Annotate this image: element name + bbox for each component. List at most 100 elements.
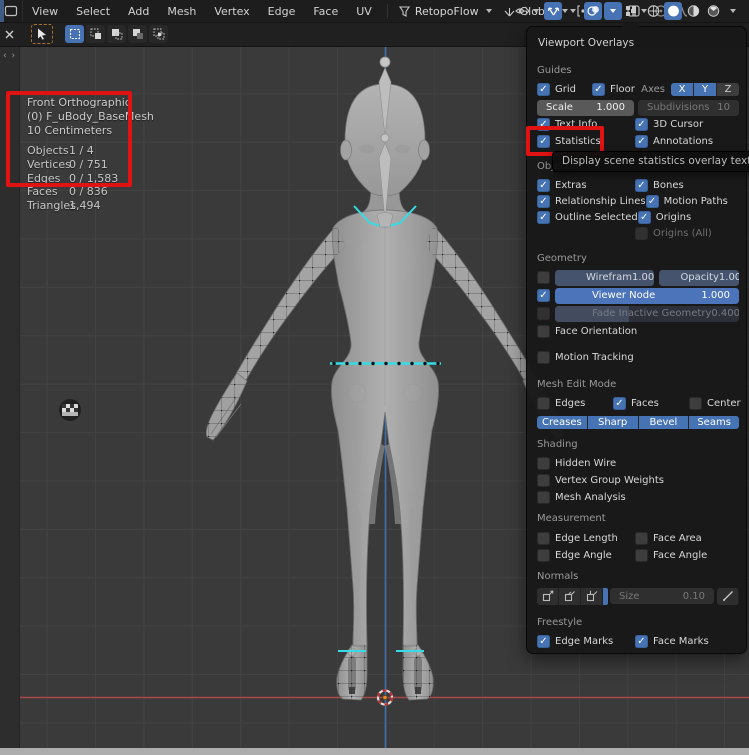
checkbox-relationship-lines[interactable] bbox=[537, 195, 550, 208]
header-right-toggles bbox=[513, 0, 743, 22]
visibility-dropdown[interactable] bbox=[514, 2, 542, 20]
label-face-angle: Face Angle bbox=[653, 550, 707, 561]
checkbox-hidden-wire[interactable] bbox=[537, 457, 550, 470]
panel-title: Viewport Overlays bbox=[538, 37, 634, 49]
overlays-toggle[interactable] bbox=[584, 2, 602, 20]
face-normals-button[interactable] bbox=[581, 588, 603, 605]
axes-toggle-group: X Y Z bbox=[671, 83, 739, 96]
checkbox-annotations[interactable] bbox=[635, 135, 648, 148]
checkbox-face-orientation[interactable] bbox=[537, 325, 550, 338]
fade-inactive-slider[interactable]: Fade Inactive Geometry 0.400 bbox=[555, 306, 739, 322]
section-mesh-edit-mode: Mesh Edit Mode bbox=[537, 379, 616, 390]
menu-select[interactable]: Select bbox=[67, 5, 119, 18]
label-origins-all: Origins (All) bbox=[653, 228, 712, 239]
retopoflow-dropdown[interactable]: RetopoFlow bbox=[394, 5, 499, 18]
checkbox-motion-paths[interactable] bbox=[646, 195, 659, 208]
checkbox-edge-angle[interactable] bbox=[537, 549, 550, 562]
collapsed-toolbar-strip[interactable]: ‹ › bbox=[0, 46, 20, 748]
axis-y-toggle[interactable]: Y bbox=[694, 83, 717, 96]
checkbox-fade-inactive[interactable] bbox=[537, 307, 550, 320]
checkbox-extras[interactable] bbox=[537, 179, 550, 192]
select-subtract-button[interactable] bbox=[107, 25, 126, 43]
select-set-button[interactable] bbox=[65, 25, 84, 43]
gizmos-toggle[interactable] bbox=[624, 2, 642, 20]
axis-z-toggle[interactable]: Z bbox=[717, 83, 739, 96]
sharp-toggle[interactable]: Sharp bbox=[588, 416, 639, 429]
checkbox-origins[interactable] bbox=[638, 211, 651, 224]
section-shading: Shading bbox=[537, 439, 578, 450]
checkbox-viewer-node[interactable] bbox=[537, 289, 550, 302]
mirror-arrows-dropdown[interactable] bbox=[564, 2, 582, 20]
select-extend-button[interactable] bbox=[86, 25, 105, 43]
close-button[interactable] bbox=[2, 27, 17, 42]
creases-toggle[interactable]: Creases bbox=[537, 416, 588, 429]
checkbox-origins-all[interactable] bbox=[635, 227, 648, 240]
checkbox-vertex-group-weights[interactable] bbox=[537, 474, 550, 487]
checkbox-statistics[interactable] bbox=[537, 135, 550, 148]
checkbox-3d-cursor[interactable] bbox=[635, 118, 648, 131]
menu-edge[interactable]: Edge bbox=[259, 5, 305, 18]
menu-face[interactable]: Face bbox=[304, 5, 347, 18]
divider bbox=[387, 4, 388, 18]
section-normals: Normals bbox=[537, 571, 578, 582]
shading-material-button[interactable] bbox=[684, 2, 702, 20]
shading-dropdown[interactable] bbox=[724, 2, 742, 20]
split-normals-button[interactable] bbox=[559, 588, 581, 605]
checkbox-text-info[interactable] bbox=[537, 118, 550, 131]
overlays-icon bbox=[586, 4, 601, 18]
normals-active-sliver[interactable] bbox=[603, 588, 608, 605]
checkbox-face-angle[interactable] bbox=[635, 549, 648, 562]
shading-solid-button[interactable] bbox=[664, 2, 682, 20]
mirror-arrows-toggle[interactable] bbox=[544, 2, 562, 20]
axis-x-toggle[interactable]: X bbox=[671, 83, 694, 96]
select-intersect-button[interactable] bbox=[149, 25, 168, 43]
checkbox-faces[interactable] bbox=[613, 397, 626, 410]
editor-type-icon[interactable] bbox=[0, 0, 23, 22]
checkbox-face-marks[interactable] bbox=[635, 635, 648, 648]
shading-rendered-button[interactable] bbox=[704, 2, 722, 20]
select-invert-button[interactable] bbox=[128, 25, 147, 43]
menu-mesh[interactable]: Mesh bbox=[158, 5, 205, 18]
viewport-overlays-panel: Viewport Overlays Guides Grid Floor Axes… bbox=[526, 26, 747, 654]
viewer-node-slider[interactable]: Viewer Node 1.000 bbox=[555, 288, 739, 304]
menu-uv[interactable]: UV bbox=[347, 5, 381, 18]
toolbar-expand-chevron-icon[interactable]: ‹ › bbox=[3, 51, 16, 61]
normals-constant-size-button[interactable] bbox=[717, 588, 739, 605]
checkbox-center[interactable] bbox=[689, 397, 702, 410]
checkbox-grid[interactable] bbox=[537, 83, 550, 96]
checkbox-bones[interactable] bbox=[635, 179, 648, 192]
grid-scale-slider[interactable]: Scale 1.000 bbox=[537, 100, 634, 116]
checkbox-face-area[interactable] bbox=[635, 532, 648, 545]
checkbox-outline-selected[interactable] bbox=[537, 211, 550, 224]
tooltip: Display scene statistics overlay text. bbox=[552, 151, 749, 172]
shading-wireframe-button[interactable] bbox=[644, 2, 662, 20]
normals-size-slider[interactable]: Size 0.10 bbox=[610, 588, 714, 604]
checkbox-mesh-analysis[interactable] bbox=[537, 491, 550, 504]
tweak-tool-button[interactable] bbox=[31, 24, 53, 44]
select-invert-icon bbox=[132, 28, 144, 40]
menu-vertex[interactable]: Vertex bbox=[205, 5, 258, 18]
seams-toggle[interactable]: Seams bbox=[689, 416, 739, 429]
shading-solid-icon bbox=[666, 4, 681, 18]
checkbox-motion-tracking[interactable] bbox=[537, 351, 550, 364]
viewport-info-text: Front Orthographic (0) F_uBody_BaseMesh … bbox=[27, 96, 154, 138]
opacity-slider[interactable]: Opacity 1.000 bbox=[659, 270, 739, 286]
checkbox-edge-marks[interactable] bbox=[537, 635, 550, 648]
section-measurement: Measurement bbox=[537, 513, 606, 524]
checkbox-edge-length[interactable] bbox=[537, 532, 550, 545]
gizmo-icon bbox=[626, 4, 641, 18]
grid-subdivisions-slider[interactable]: Subdivisions 10 bbox=[638, 100, 739, 116]
checkbox-floor[interactable] bbox=[592, 83, 605, 96]
select-extend-icon bbox=[90, 28, 102, 40]
select-mode-buttons bbox=[65, 25, 168, 43]
bevel-toggle[interactable]: Bevel bbox=[639, 416, 690, 429]
checkbox-edges[interactable] bbox=[537, 397, 550, 410]
viewport-marker-icon[interactable] bbox=[59, 399, 81, 421]
overlays-dropdown[interactable] bbox=[604, 2, 622, 20]
menu-view[interactable]: View bbox=[23, 5, 67, 18]
menu-add[interactable]: Add bbox=[119, 5, 158, 18]
checkbox-wireframe[interactable] bbox=[537, 271, 550, 284]
vertex-normals-button[interactable] bbox=[537, 588, 559, 605]
wireframe-slider[interactable]: Wirefram 1.000 bbox=[555, 270, 654, 286]
label-mesh-analysis: Mesh Analysis bbox=[555, 492, 626, 503]
